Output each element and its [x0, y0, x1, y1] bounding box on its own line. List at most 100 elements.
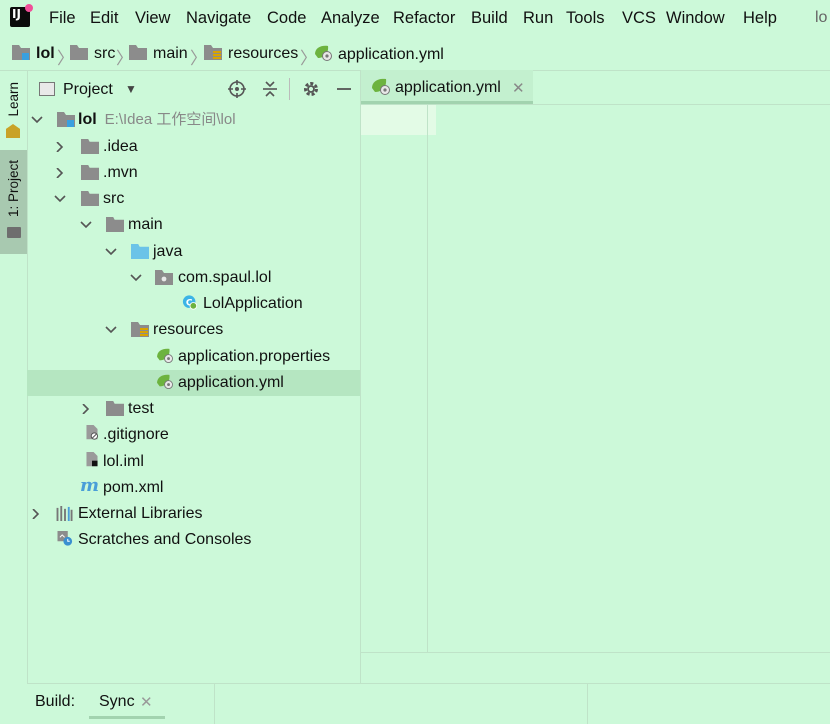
close-icon[interactable]: ✕: [140, 693, 153, 711]
chevron-down-icon[interactable]: [31, 107, 43, 133]
chevron-right-icon[interactable]: [54, 134, 66, 160]
menu-tools[interactable]: Tools: [566, 9, 605, 28]
maven-icon: m: [80, 475, 100, 496]
tree-item-lolapplication[interactable]: C LolApplication: [27, 291, 360, 317]
close-icon[interactable]: ✕: [512, 79, 525, 97]
menu-file[interactable]: File: [49, 9, 76, 28]
chevron-down-icon[interactable]: [105, 239, 117, 265]
menu-navigate[interactable]: Navigate: [186, 9, 251, 28]
project-view-selector[interactable]: Project: [63, 81, 113, 99]
project-tool-label: 1: Project: [6, 160, 21, 218]
folder-icon: [106, 401, 124, 416]
project-view-icon: [39, 82, 55, 96]
locate-file-icon[interactable]: [227, 79, 247, 99]
chevron-down-icon[interactable]: [80, 212, 92, 238]
tab-label: application.yml: [395, 79, 501, 96]
menu-help[interactable]: Help: [743, 9, 777, 28]
learn-label: Learn: [6, 82, 21, 117]
libraries-icon: [56, 506, 73, 521]
chevron-right-icon[interactable]: [30, 501, 42, 527]
module-folder-icon: [12, 45, 30, 60]
chevron-down-icon[interactable]: [105, 317, 117, 343]
menu-analyze[interactable]: Analyze: [321, 9, 380, 28]
chevron-right-icon[interactable]: [54, 160, 66, 186]
tree-label: main: [128, 216, 163, 233]
folder-icon: [106, 217, 124, 232]
tree-item-src[interactable]: src: [27, 186, 360, 212]
menu-build[interactable]: Build: [471, 9, 508, 28]
folder-icon: [70, 45, 88, 60]
tree-item-main[interactable]: main: [27, 212, 360, 238]
tree-label: External Libraries: [78, 505, 203, 522]
tree-item-idea[interactable]: .idea: [27, 134, 360, 160]
chevron-right-icon[interactable]: [80, 396, 92, 422]
editor-bottom-divider: [361, 652, 830, 653]
package-icon: [155, 270, 173, 285]
tree-label: pom.xml: [103, 479, 164, 496]
panel-divider: [214, 684, 215, 724]
tree-item-lol-iml[interactable]: lol.iml: [27, 449, 360, 475]
resources-folder-icon: [204, 45, 222, 60]
tree-item-scratches[interactable]: Scratches and Consoles: [27, 527, 360, 553]
chevron-down-icon[interactable]: [54, 186, 66, 212]
source-folder-icon: [131, 244, 149, 259]
folder-icon: [129, 45, 147, 60]
spring-config-icon: [315, 45, 332, 61]
menu-code[interactable]: Code: [267, 9, 306, 28]
breadcrumb-item-resources[interactable]: resources: [204, 45, 298, 63]
menu-view[interactable]: View: [135, 9, 170, 28]
tree-item-mvn[interactable]: .mvn: [27, 160, 360, 186]
gear-icon[interactable]: [301, 79, 321, 99]
spring-class-icon: C: [182, 295, 198, 310]
chevron-down-icon[interactable]: ▼: [125, 82, 137, 96]
tree-item-application-yml[interactable]: application.yml: [27, 370, 360, 396]
tree-item-external-libraries[interactable]: External Libraries: [27, 501, 360, 527]
tree-label: .gitignore: [103, 426, 169, 443]
header-divider: [289, 78, 290, 100]
panel-divider: [587, 684, 588, 724]
menu-edit[interactable]: Edit: [90, 9, 118, 28]
iml-file-icon: [86, 452, 98, 467]
tree-label: lol: [78, 111, 97, 128]
menu-window[interactable]: Window: [666, 9, 725, 28]
tree-label: lol.iml: [103, 453, 144, 470]
editor-gutter[interactable]: [361, 105, 428, 652]
breadcrumb-item-lol[interactable]: lol: [12, 45, 55, 63]
breadcrumb-item-application-yml[interactable]: application.yml: [314, 45, 444, 63]
collapse-all-icon[interactable]: [260, 79, 280, 99]
menu-run[interactable]: Run: [523, 9, 553, 28]
tab-application-yml[interactable]: application.yml ✕: [361, 70, 533, 104]
tree-item-pom-xml[interactable]: m pom.xml: [27, 475, 360, 501]
spring-config-icon: [372, 78, 390, 95]
breadcrumb-item-src[interactable]: src: [70, 45, 115, 63]
tree-label: java: [153, 243, 183, 260]
editor-area[interactable]: application.yml ✕: [361, 70, 830, 683]
chevron-down-icon[interactable]: [130, 265, 142, 291]
tree-label: application.yml: [178, 374, 284, 391]
ignore-file-icon: [86, 425, 99, 440]
tree-label: .mvn: [103, 164, 138, 181]
intellij-idea-icon: IJ: [10, 4, 33, 27]
tree-item-test[interactable]: test: [27, 396, 360, 422]
tree-item-package[interactable]: com.spaul.lol: [27, 265, 360, 291]
tree-item-lol[interactable]: lol E:\Idea 工作空间\lol: [27, 107, 360, 133]
tree-label: application.properties: [178, 348, 331, 365]
window-title-fragment: lo: [815, 9, 828, 26]
tree-item-resources[interactable]: resources: [27, 317, 360, 343]
tree-item-application-properties[interactable]: application.properties: [27, 344, 360, 370]
breadcrumb-item-main[interactable]: main: [129, 45, 188, 63]
resources-folder-icon: [131, 322, 149, 337]
project-panel-header: Project ▼: [27, 70, 360, 107]
menu-refactor[interactable]: Refactor: [393, 9, 455, 28]
spring-config-icon: [157, 374, 173, 389]
project-tool-button[interactable]: 1: Project: [0, 150, 27, 254]
tree-label: LolApplication: [203, 295, 303, 312]
tree-label: test: [128, 400, 154, 417]
minimize-icon[interactable]: [334, 79, 354, 99]
menu-vcs[interactable]: VCS: [622, 9, 656, 28]
tree-item-gitignore[interactable]: .gitignore: [27, 422, 360, 448]
folder-icon: [7, 227, 21, 238]
tree-item-java[interactable]: java: [27, 239, 360, 265]
editor-tab-bar: application.yml ✕: [361, 70, 830, 105]
tab-sync[interactable]: Sync ✕: [89, 688, 165, 719]
